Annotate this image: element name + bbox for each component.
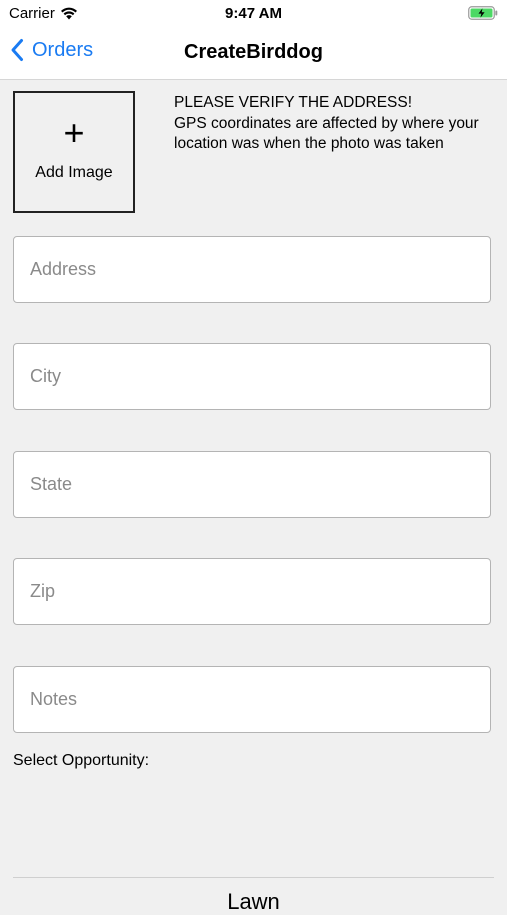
city-input[interactable] <box>13 343 491 410</box>
page-title: CreateBirddog <box>184 41 323 63</box>
state-input[interactable] <box>13 451 491 518</box>
add-image-button[interactable]: + Add Image <box>13 91 135 213</box>
notes-input[interactable] <box>13 666 491 733</box>
status-bar: Carrier 9:47 AM <box>0 0 507 28</box>
lawn-button[interactable]: Lawn <box>0 889 507 915</box>
zip-input[interactable] <box>13 558 491 625</box>
plus-icon: + <box>63 112 85 153</box>
add-image-label: Add Image <box>35 164 113 181</box>
address-input[interactable] <box>13 236 491 303</box>
status-time: 9:47 AM <box>225 5 282 22</box>
address-notice: PLEASE VERIFY THE ADDRESS! GPS coordinat… <box>174 93 494 155</box>
notice-body: GPS coordinates are affected by where yo… <box>174 114 479 153</box>
divider <box>13 877 494 878</box>
notice-heading: PLEASE VERIFY THE ADDRESS! <box>174 94 413 111</box>
select-opportunity-label: Select Opportunity: <box>13 752 150 769</box>
navigation-bar: Orders CreateBirddog <box>0 28 507 80</box>
battery-charging-icon <box>468 6 498 20</box>
